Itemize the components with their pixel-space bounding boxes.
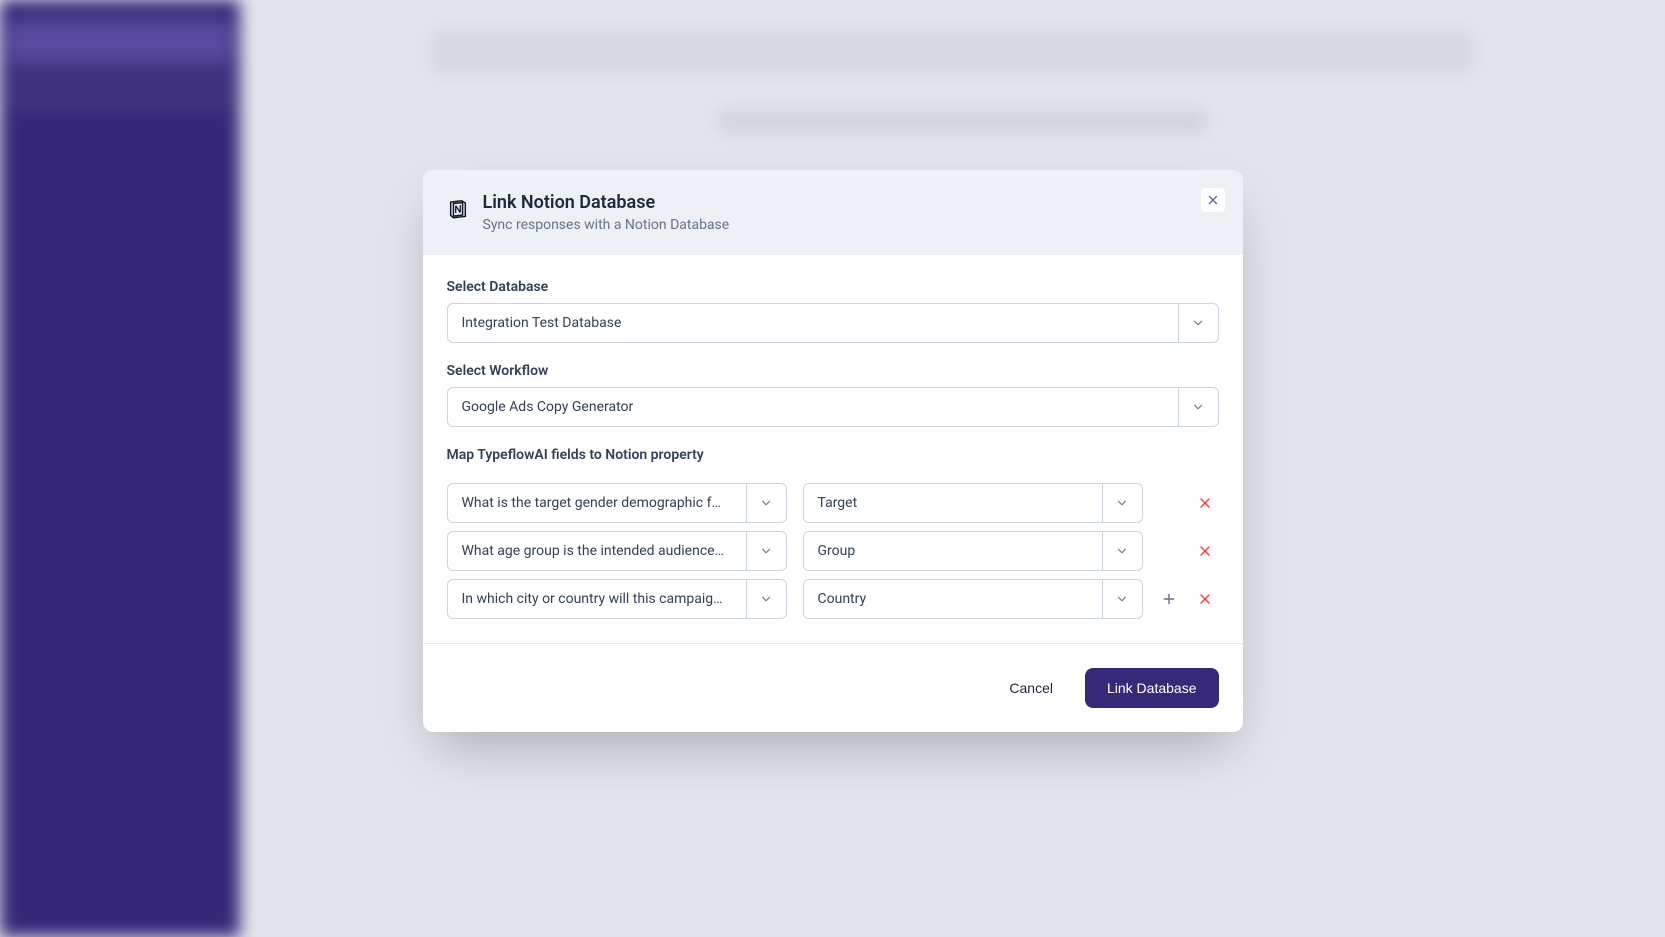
mapping-property-select[interactable]: Group: [803, 531, 1143, 571]
chevron-down-icon: [1178, 388, 1218, 426]
mapping-row: What is the target gender demographic f……: [447, 483, 1219, 523]
chevron-down-icon: [1102, 532, 1142, 570]
mapping-row: In which city or country will this campa…: [447, 579, 1219, 619]
close-button[interactable]: [1201, 188, 1225, 212]
database-value: Integration Test Database: [448, 315, 1178, 331]
mapping-field-select[interactable]: What age group is the intended audience…: [447, 531, 787, 571]
workflow-label: Select Workflow: [447, 363, 1219, 379]
remove-mapping-button[interactable]: [1195, 589, 1215, 609]
chevron-down-icon: [1102, 484, 1142, 522]
mapping-property-value: Target: [804, 495, 1102, 511]
modal-footer: Cancel Link Database: [423, 643, 1243, 732]
chevron-down-icon: [746, 532, 786, 570]
remove-mapping-button[interactable]: [1195, 541, 1215, 561]
link-notion-modal: Link Notion Database Sync responses with…: [423, 170, 1243, 732]
remove-mapping-button[interactable]: [1195, 493, 1215, 513]
modal-header: Link Notion Database Sync responses with…: [423, 170, 1243, 255]
mapping-field-value: In which city or country will this campa…: [448, 591, 746, 607]
mapping-property-select[interactable]: Country: [803, 579, 1143, 619]
notion-icon: [447, 198, 469, 220]
mapping-label: Map TypeflowAI fields to Notion property: [447, 447, 1219, 463]
mapping-field-select[interactable]: What is the target gender demographic f…: [447, 483, 787, 523]
x-icon: [1197, 495, 1213, 511]
mapping-field-select[interactable]: In which city or country will this campa…: [447, 579, 787, 619]
modal-subtitle: Sync responses with a Notion Database: [483, 217, 1219, 233]
cancel-button[interactable]: Cancel: [997, 670, 1065, 706]
x-icon: [1197, 591, 1213, 607]
modal-body: Select Database Integration Test Databas…: [423, 255, 1243, 643]
modal-title: Link Notion Database: [483, 192, 1219, 213]
mapping-property-value: Country: [804, 591, 1102, 607]
chevron-down-icon: [746, 580, 786, 618]
close-icon: [1206, 193, 1220, 207]
chevron-down-icon: [1178, 304, 1218, 342]
x-icon: [1197, 543, 1213, 559]
chevron-down-icon: [1102, 580, 1142, 618]
mapping-field-value: What age group is the intended audience…: [448, 543, 746, 559]
modal-backdrop: Link Notion Database Sync responses with…: [0, 0, 1665, 937]
mapping-property-value: Group: [804, 543, 1102, 559]
mapping-field-value: What is the target gender demographic f…: [448, 495, 746, 511]
add-mapping-button[interactable]: [1159, 589, 1179, 609]
mapping-property-select[interactable]: Target: [803, 483, 1143, 523]
plus-icon: [1161, 591, 1177, 607]
database-select[interactable]: Integration Test Database: [447, 303, 1219, 343]
workflow-value: Google Ads Copy Generator: [448, 399, 1178, 415]
workflow-select[interactable]: Google Ads Copy Generator: [447, 387, 1219, 427]
chevron-down-icon: [746, 484, 786, 522]
mapping-row: What age group is the intended audience……: [447, 531, 1219, 571]
database-label: Select Database: [447, 279, 1219, 295]
link-database-button[interactable]: Link Database: [1085, 668, 1219, 708]
